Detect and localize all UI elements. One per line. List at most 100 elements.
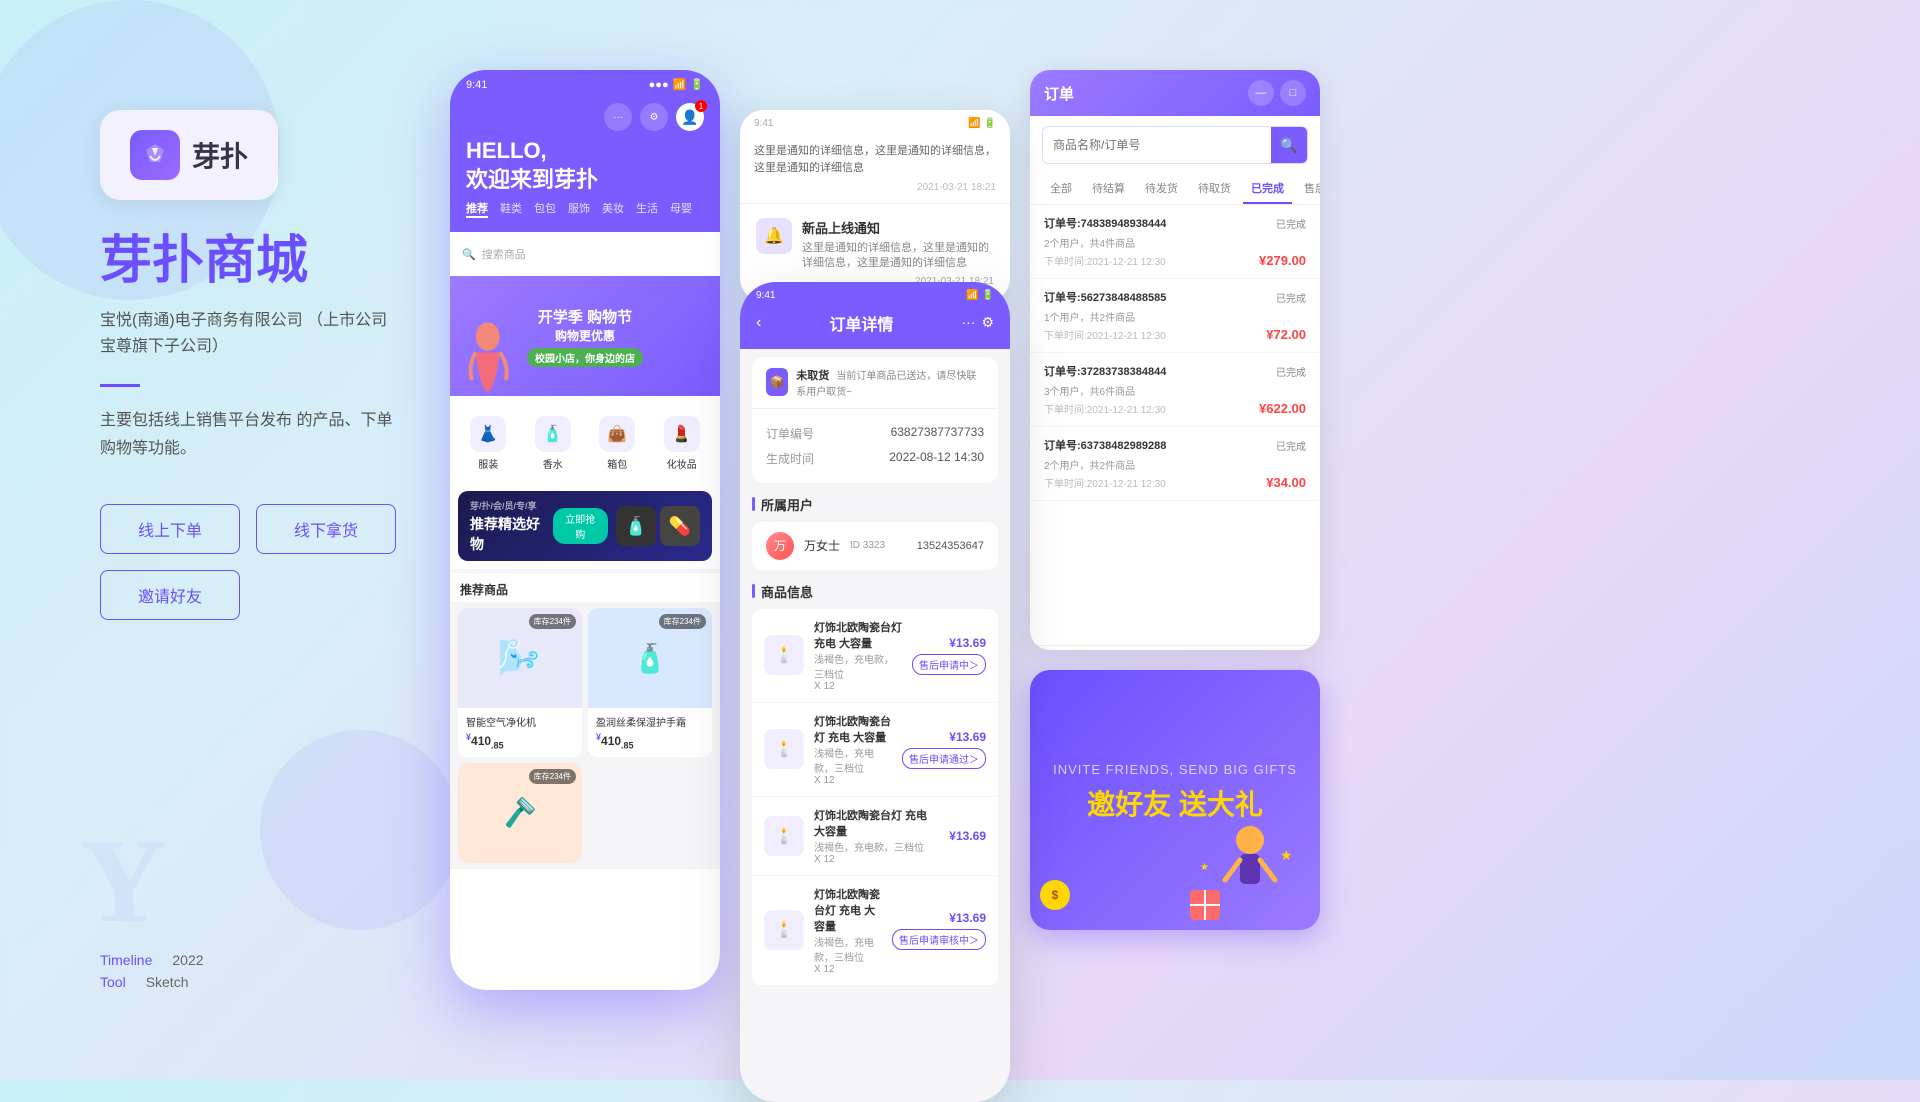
order-item-2[interactable]: 订单号:56273848488585 已完成 1个用户，共2件商品 下单时间:2… xyxy=(1030,279,1320,353)
order-detail-2: 1个用户，共2件商品 xyxy=(1044,309,1306,324)
tab-aftersale[interactable]: 售后 xyxy=(1296,174,1320,204)
products-list: 🕯️ 灯饰北欧陶瓷台灯 充电 大容量 浅褐色，充电款，三档位 X 12 ¥13.… xyxy=(752,609,998,986)
coin-decoration: $ xyxy=(1040,880,1070,910)
tab-completed[interactable]: 已完成 xyxy=(1243,174,1292,204)
btn-invite[interactable]: 邀请好友 xyxy=(100,570,240,620)
order-price-4: ¥34.00 xyxy=(1266,475,1306,490)
nav-beauty[interactable]: 美妆 xyxy=(602,200,624,218)
back-btn[interactable]: ‹ xyxy=(756,314,761,332)
order-search-bar[interactable]: 🔍 xyxy=(1042,126,1308,164)
order-mgmt-header: 订单 — □ xyxy=(1030,70,1320,116)
nav-recommend[interactable]: 推荐 xyxy=(466,200,488,218)
phone2-time: 9:41 xyxy=(754,118,773,129)
cat-clothes[interactable]: 👗 服装 xyxy=(460,416,517,471)
nav-shoes[interactable]: 鞋类 xyxy=(500,200,522,218)
cat-perfume[interactable]: 🧴 香水 xyxy=(525,416,582,471)
phone3-time: 9:41 xyxy=(756,290,775,301)
product-thumb-4: 🕯️ xyxy=(764,910,804,950)
order-info: 订单编号 63827387737733 生成时间 2022-08-12 14:3… xyxy=(752,409,998,483)
tab-pending-pickup[interactable]: 待取货 xyxy=(1190,174,1239,204)
prod-attr-1: 浅褐色，充电款，三档位 xyxy=(814,651,902,681)
prod-info-1: 灯饰北欧陶瓷台灯 充电 大容量 浅褐色，充电款，三档位 X 12 xyxy=(814,619,902,692)
prod-name-3: 灯饰北欧陶瓷台灯 充电 大容量 xyxy=(814,807,939,839)
product-card-3[interactable]: 🪒 库存234件 xyxy=(458,763,582,863)
nav-bags[interactable]: 包包 xyxy=(534,200,556,218)
order-detail-3: 3个用户，共6件商品 xyxy=(1044,383,1306,398)
prod-name-1: 灯饰北欧陶瓷台灯 充电 大容量 xyxy=(814,619,902,651)
prod-info-4: 灯饰北欧陶瓷台灯 充电 大容量 浅褐色，充电款，三档位 X 12 xyxy=(814,886,882,975)
after-sale-btn-4[interactable]: 售后申请审核中＞ xyxy=(892,929,986,950)
order-status: 未取货 xyxy=(796,370,829,382)
phone1-more-btn[interactable]: ··· xyxy=(604,103,632,131)
order-status-1: 已完成 xyxy=(1276,216,1306,231)
nav-baby[interactable]: 母婴 xyxy=(670,200,692,218)
order-header-2: 订单号:56273848488585 已完成 xyxy=(1044,289,1306,305)
promo-cta-btn[interactable]: 立即抢购 xyxy=(553,508,608,544)
phone1-actions: ··· ⚙ 👤 xyxy=(466,103,704,131)
phone1-avatar-btn[interactable]: 👤 xyxy=(676,103,704,131)
product-thumb-2: 🕯️ xyxy=(764,729,804,769)
prod-right-1: ¥13.69 售后申请中＞ xyxy=(912,636,986,675)
product-name-2: 盈润丝柔保湿护手霜 xyxy=(596,714,704,729)
tab-all[interactable]: 全部 xyxy=(1042,174,1080,204)
promo-labels: 芽/扑/会/员/专/享 推荐精选好物 xyxy=(470,499,545,554)
nav-clothes[interactable]: 服饰 xyxy=(568,200,590,218)
after-sale-btn-1[interactable]: 售后申请中＞ xyxy=(912,654,986,675)
mgmt-minimize-btn[interactable]: — xyxy=(1248,80,1274,106)
phone1-content: 🔍 搜索商品 开学季 购物节 购物更优惠 校园小店，你身边 xyxy=(450,232,720,990)
order-item-1[interactable]: 订单号:74838948938444 已完成 2个用户，共4件商品 下单时间:2… xyxy=(1030,205,1320,279)
order-search-btn[interactable]: 🔍 xyxy=(1271,127,1307,163)
cat-perfume-icon: 🧴 xyxy=(535,416,571,452)
nav-life[interactable]: 生活 xyxy=(636,200,658,218)
mgmt-fullscreen-btn[interactable]: □ xyxy=(1280,80,1306,106)
cat-bags[interactable]: 👜 箱包 xyxy=(589,416,646,471)
avatar-icon: 👤 xyxy=(681,109,698,126)
prod-name-4: 灯饰北欧陶瓷台灯 充电 大容量 xyxy=(814,886,882,934)
order-share-btn[interactable]: ⚙ xyxy=(981,314,994,331)
rec-products-section: 推荐商品 🌬️ 库存234件 智能空气净化机 ¥410.85 xyxy=(450,569,720,868)
promo-prod-2: 💊 xyxy=(660,506,700,546)
prod-info-2: 灯饰北欧陶瓷台灯 充电 大容量 浅褐色，充电款，三档位 X 12 xyxy=(814,713,892,786)
product-img-3: 🪒 库存234件 xyxy=(458,763,582,863)
product-row-1: 🕯️ 灯饰北欧陶瓷台灯 充电 大容量 浅褐色，充电款，三档位 X 12 ¥13.… xyxy=(752,609,998,703)
banner-sub-text: 购物更优惠 xyxy=(527,327,643,344)
search-placeholder: 搜索商品 xyxy=(482,246,526,262)
phone1-search[interactable]: 🔍 搜索商品 xyxy=(450,240,720,268)
phone2-area: 9:41 📶 🔋 这里是通知的详细信息，这里是通知的详细信息，这里是通知的详细信… xyxy=(740,110,1010,1102)
product-icon-1: 🌬️ xyxy=(498,637,543,679)
banner-text: 开学季 购物节 购物更优惠 校园小店，你身边的店 xyxy=(527,306,643,367)
order-detail-1: 2个用户，共4件商品 xyxy=(1044,235,1306,250)
order-item-3[interactable]: 订单号:37283738384844 已完成 3个用户，共6件商品 下单时间:2… xyxy=(1030,353,1320,427)
order-time-3: 下单时间:2021-12-21 12:30 xyxy=(1044,401,1166,416)
notif-item-1: 这里是通知的详细信息，这里是通知的详细信息，这里是通知的详细信息 2021-03… xyxy=(740,133,1010,204)
phone2-icons: 📶 🔋 xyxy=(968,118,996,129)
timeline-row-2: Tool Sketch xyxy=(100,974,204,990)
prod-price-4: ¥13.69 xyxy=(892,911,986,925)
product-card-1[interactable]: 🌬️ 库存234件 智能空气净化机 ¥410.85 xyxy=(458,608,582,756)
tab-pending-ship[interactable]: 待发货 xyxy=(1137,174,1186,204)
product-row-4: 🕯️ 灯饰北欧陶瓷台灯 充电 大容量 浅褐色，充电款，三档位 X 12 ¥13.… xyxy=(752,876,998,986)
product-card-2[interactable]: 🧴 库存234件 盈润丝柔保湿护手霜 ¥410.85 xyxy=(588,608,712,756)
order-more-btn[interactable]: ··· xyxy=(961,314,975,331)
tool-label: Tool xyxy=(100,974,126,990)
tool-value: Sketch xyxy=(146,974,189,990)
tab-pending-payment[interactable]: 待结算 xyxy=(1084,174,1133,204)
after-sale-btn-2[interactable]: 售后申请通过＞ xyxy=(902,748,986,769)
promo-title: 推荐精选好物 xyxy=(470,514,545,554)
order-price-3: ¥622.00 xyxy=(1259,401,1306,416)
btn-online[interactable]: 线上下单 xyxy=(100,504,240,554)
user-info: 万 万女士 ID 3323 13524353647 xyxy=(752,522,998,570)
phone1-icons: ●●● 📶 🔋 xyxy=(649,78,704,91)
order-search-input[interactable] xyxy=(1043,130,1271,160)
timeline-label: Timeline xyxy=(100,952,152,968)
invite-title-en: INVITE FRIENDS, SEND BIG GIFTS xyxy=(1050,762,1300,777)
product-thumb-3: 🕯️ xyxy=(764,816,804,856)
order-time-value: 2022-08-12 14:30 xyxy=(889,450,984,467)
btn-offline[interactable]: 线下拿货 xyxy=(256,504,396,554)
phone1-settings-btn[interactable]: ⚙ xyxy=(640,103,668,131)
svg-text:★: ★ xyxy=(1280,847,1293,863)
order-item-4[interactable]: 订单号:63738482989288 已完成 2个用户，共2件商品 下单时间:2… xyxy=(1030,427,1320,501)
phone1-promo-banner: 芽/扑/会/员/专/享 推荐精选好物 立即抢购 🧴 💊 xyxy=(458,491,712,561)
banner-figure xyxy=(460,301,523,396)
cat-makeup[interactable]: 💄 化妆品 xyxy=(654,416,711,471)
